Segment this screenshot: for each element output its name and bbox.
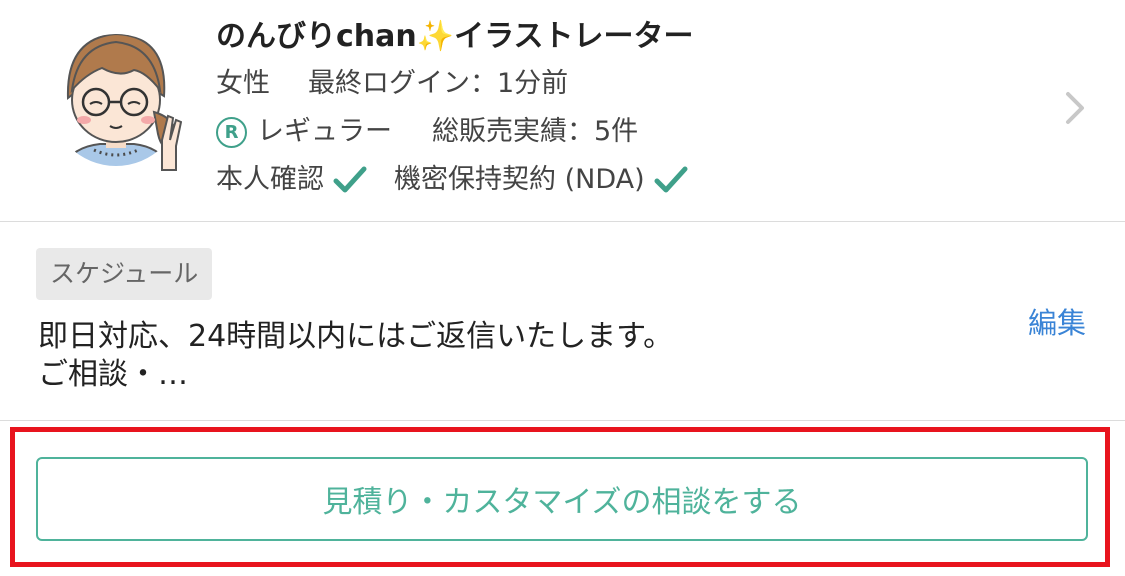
schedule-text: 即日対応、24時間以内にはご返信いたします。 ご相談・… (38, 319, 674, 392)
divider (0, 420, 1125, 421)
check-icon (333, 166, 367, 193)
schedule-tag: スケジュール (36, 248, 213, 300)
regular-rank-icon: R (216, 116, 247, 148)
meta-line-1: 女性 最終ログイン：1分前 (216, 60, 694, 108)
user-title: イラストレーター (454, 19, 694, 54)
sparkle-icon: ✨ (416, 19, 455, 54)
check-icon (654, 166, 688, 193)
meta-line-2: R レギュラー 総販売実績：5件 (216, 108, 694, 156)
estimate-consult-button[interactable]: 見積り・カスタマイズの相談をする (36, 457, 1088, 541)
avatar (50, 34, 182, 171)
nda-label: 機密保持契約 (NDA) (394, 164, 645, 195)
total-sales: 総販売実績：5件 (432, 116, 639, 147)
user-name-line: のんびりchan✨イラストレーター (216, 14, 694, 60)
meta-line-3: 本人確認 機密保持契約 (NDA) (216, 156, 694, 204)
edit-link[interactable]: 編集 (1028, 300, 1086, 342)
profile-info: のんびりchan✨イラストレーター 女性 最終ログイン：1分前 R レギュラー … (216, 14, 694, 204)
rank-label: レギュラー (257, 116, 392, 147)
profile-card[interactable]: のんびりchan✨イラストレーター 女性 最終ログイン：1分前 R レギュラー … (0, 0, 1125, 220)
identity-verified-label: 本人確認 (216, 164, 324, 195)
user-name: のんびりchan (216, 19, 417, 54)
chevron-right-icon[interactable] (1060, 88, 1090, 128)
gender: 女性 (216, 68, 270, 99)
last-login: 最終ログイン：1分前 (308, 68, 569, 99)
divider (0, 221, 1125, 222)
